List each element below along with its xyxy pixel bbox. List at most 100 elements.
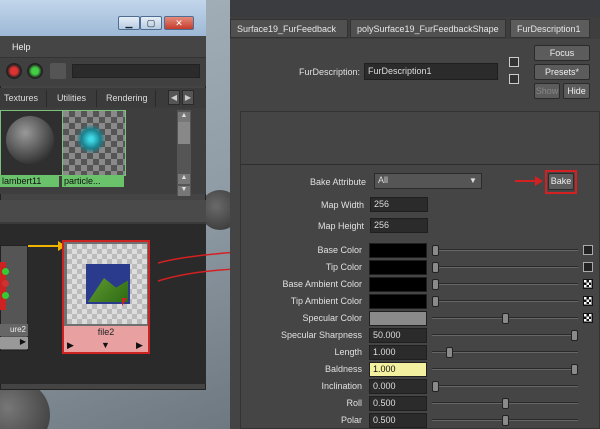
slider-handle[interactable] <box>432 245 439 256</box>
collapse-icon[interactable]: ▼ <box>101 338 110 352</box>
attribute-label: Tip Color <box>325 262 362 272</box>
attribute-label: Specular Sharpness <box>280 330 362 340</box>
checker-map-icon[interactable] <box>583 279 593 289</box>
expand-left-icon[interactable]: ▶ <box>67 338 74 352</box>
scroll-up-icon[interactable]: ▲ <box>178 112 190 122</box>
cursor-icon <box>122 298 127 306</box>
color-swatch-field[interactable] <box>369 294 427 309</box>
tab-polysurface-shape[interactable]: polySurface19_FurFeedbackShape <box>350 19 506 38</box>
minimize-button[interactable]: ▁ <box>118 16 140 30</box>
splitter[interactable] <box>0 200 206 222</box>
ipr-icon[interactable] <box>27 63 43 79</box>
map-height-label: Map Height <box>317 221 364 231</box>
attribute-label: Base Ambient Color <box>282 279 362 289</box>
map-width-field[interactable]: 256 <box>370 197 428 212</box>
hide-button[interactable]: Hide <box>563 83 590 99</box>
value-field[interactable]: 0.000 <box>369 379 427 394</box>
node-controls: ▶ ▼ ▶ <box>64 338 148 352</box>
show-button[interactable]: Show <box>534 83 560 99</box>
color-swatch-field[interactable] <box>369 243 427 258</box>
value-field[interactable]: 0.500 <box>369 413 427 428</box>
output-connection-icon[interactable] <box>509 74 519 84</box>
close-button[interactable]: ✕ <box>164 16 194 30</box>
attribute-label: Specular Color <box>302 313 362 323</box>
slider-track[interactable] <box>432 351 578 353</box>
input-connection-icon[interactable] <box>509 57 519 67</box>
slider-handle[interactable] <box>445 347 453 358</box>
tab-furdescription[interactable]: FurDescription1 <box>510 19 590 38</box>
slider-track[interactable] <box>432 334 578 336</box>
port-icon[interactable] <box>2 280 9 287</box>
slider-handle[interactable] <box>501 415 509 426</box>
value-field[interactable]: 0.500 <box>369 396 427 411</box>
arrow-head-icon <box>535 176 543 186</box>
presets-button[interactable]: Presets* <box>534 64 590 80</box>
search-input[interactable] <box>72 64 200 78</box>
fur-description-field[interactable]: FurDescription1 <box>364 63 498 80</box>
color-swatch-field[interactable] <box>369 311 427 326</box>
expand-right-icon[interactable]: ▶ <box>136 338 143 352</box>
slider-track[interactable] <box>432 266 578 268</box>
slider-handle[interactable] <box>501 313 509 324</box>
tab-rendering[interactable]: Rendering <box>102 90 156 107</box>
snapshot-icon[interactable] <box>50 63 66 79</box>
divider <box>241 164 599 165</box>
maximize-button[interactable]: ▢ <box>140 16 162 30</box>
render-icon[interactable] <box>6 63 22 79</box>
scroll-thumb[interactable] <box>178 122 190 144</box>
slider-track[interactable] <box>432 300 578 302</box>
slider-track[interactable] <box>432 249 578 251</box>
value-field[interactable]: 1.000 <box>369 345 427 360</box>
attribute-label: Tip Ambient Color <box>290 296 362 306</box>
slider-handle[interactable] <box>432 262 439 273</box>
slider-track[interactable] <box>432 283 578 285</box>
swatch-label: particle... <box>62 175 124 187</box>
focus-button[interactable]: Focus <box>534 45 590 61</box>
checker-map-icon[interactable] <box>583 296 593 306</box>
slider-handle[interactable] <box>571 330 578 341</box>
map-connection-icon[interactable] <box>583 245 593 255</box>
menu-bar <box>0 36 206 58</box>
slider-handle[interactable] <box>432 279 439 290</box>
tab-surface-furfeedback[interactable]: Surface19_FurFeedback <box>230 19 348 38</box>
port-icon[interactable] <box>2 268 9 275</box>
attribute-label: Polar <box>340 415 362 425</box>
port-icon[interactable] <box>2 292 9 299</box>
particle-glow-icon <box>76 124 106 154</box>
scroll-down-icon[interactable]: ▲ <box>178 174 190 184</box>
tab-scroll-left-icon[interactable]: ◀ <box>168 90 180 105</box>
swatch-label: lambert11 <box>0 175 59 187</box>
node-expand-icon[interactable]: ▶ <box>0 337 28 349</box>
attribute-label: Baldness <box>324 364 362 374</box>
checker-map-icon[interactable] <box>583 313 593 323</box>
tab-utilities[interactable]: Utilities <box>53 90 97 107</box>
map-height-field[interactable]: 256 <box>370 218 428 233</box>
color-swatch-field[interactable] <box>369 260 427 275</box>
scroll-down-icon[interactable]: ▼ <box>178 186 190 196</box>
slider-track[interactable] <box>432 385 578 387</box>
bake-button[interactable]: Bake <box>548 173 574 190</box>
bake-attribute-label: Bake Attribute <box>309 177 366 187</box>
tab-textures[interactable]: Textures <box>0 90 47 107</box>
attribute-label: Roll <box>346 398 362 408</box>
color-swatch-field[interactable] <box>369 277 427 292</box>
slider-track[interactable] <box>432 368 578 370</box>
attribute-label: Length <box>334 347 362 357</box>
annotation-arrow <box>515 180 537 182</box>
tab-scroll-right-icon[interactable]: ▶ <box>182 90 194 105</box>
slider-handle[interactable] <box>501 398 509 409</box>
dropdown-arrow-icon: ▼ <box>469 176 477 185</box>
value-field[interactable]: 50.000 <box>369 328 427 343</box>
map-width-label: Map Width <box>320 200 364 210</box>
fur-description-label: FurDescription: <box>298 67 360 77</box>
slider-handle[interactable] <box>432 296 439 307</box>
menu-item-help[interactable]: Help <box>12 42 31 52</box>
slider-handle[interactable] <box>432 381 439 392</box>
attribute-label: Base Color <box>317 245 362 255</box>
slider-handle[interactable] <box>571 364 578 375</box>
attribute-label: Inclination <box>321 381 362 391</box>
material-sphere-icon <box>6 116 54 164</box>
map-connection-icon[interactable] <box>583 262 593 272</box>
node-label: ure2 <box>0 324 28 336</box>
value-field[interactable]: 1.000 <box>369 362 427 377</box>
